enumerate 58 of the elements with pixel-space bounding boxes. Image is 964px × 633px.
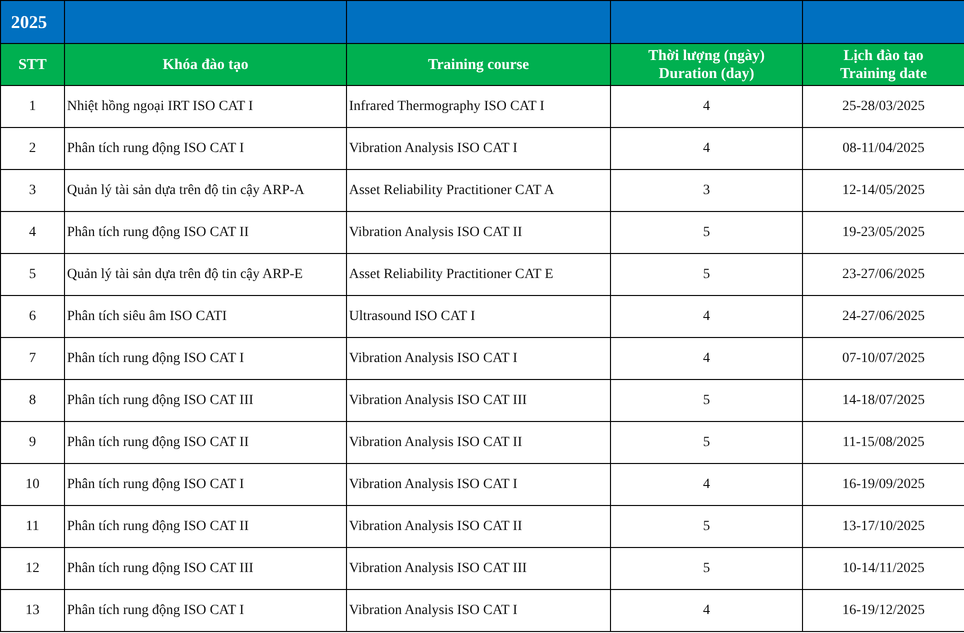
- table-cell: Phân tích rung động ISO CAT II: [64, 506, 346, 548]
- table-cell: Phân tích siêu âm ISO CATI: [64, 296, 346, 338]
- table-cell: 1: [0, 86, 64, 128]
- column-header: Thời lượng (ngày) Duration (day): [610, 44, 802, 86]
- table-cell: Phân tích rung động ISO CAT II: [64, 212, 346, 254]
- table-cell: Vibration Analysis ISO CAT II: [346, 506, 610, 548]
- table-cell: 4: [610, 86, 802, 128]
- column-header: Training course: [346, 44, 610, 86]
- table-cell: Vibration Analysis ISO CAT III: [346, 380, 610, 422]
- table-cell: 4: [610, 590, 802, 632]
- table-cell: Vibration Analysis ISO CAT II: [346, 422, 610, 464]
- table-cell: 4: [0, 212, 64, 254]
- table-cell: Vibration Analysis ISO CAT II: [346, 212, 610, 254]
- table-cell: Vibration Analysis ISO CAT I: [346, 590, 610, 632]
- year-title: 2025: [0, 0, 64, 44]
- table-cell: Infrared Thermography ISO CAT I: [346, 86, 610, 128]
- table-cell: Quản lý tài sản dựa trên độ tin cậy ARP-E: [64, 254, 346, 296]
- column-header: Khóa đào tạo: [64, 44, 346, 86]
- column-header: Lịch đào tạo Training date: [802, 44, 964, 86]
- table-cell: 13: [0, 590, 64, 632]
- table-cell: Nhiệt hồng ngoại IRT ISO CAT I: [64, 86, 346, 128]
- table-cell: 9: [0, 422, 64, 464]
- table-cell: 11: [0, 506, 64, 548]
- table-cell: 8: [0, 380, 64, 422]
- table-cell: Ultrasound ISO CAT I: [346, 296, 610, 338]
- table-cell: Quản lý tài sản dựa trên độ tin cậy ARP-A: [64, 170, 346, 212]
- table-cell: Phân tích rung động ISO CAT I: [64, 338, 346, 380]
- table-cell: 5: [610, 422, 802, 464]
- table-cell: Phân tích rung động ISO CAT I: [64, 128, 346, 170]
- table-cell: 4: [610, 464, 802, 506]
- column-header: STT: [0, 44, 64, 86]
- table-cell: 10: [0, 464, 64, 506]
- table-cell: Asset Reliability Practitioner CAT E: [346, 254, 610, 296]
- table-cell: Phân tích rung động ISO CAT I: [64, 590, 346, 632]
- table-cell: 4: [610, 338, 802, 380]
- table-cell: 12: [0, 548, 64, 590]
- table-cell: 5: [610, 254, 802, 296]
- table-cell: 3: [610, 170, 802, 212]
- table-cell: Vibration Analysis ISO CAT I: [346, 464, 610, 506]
- table-cell: 5: [610, 212, 802, 254]
- table-cell: Vibration Analysis ISO CAT I: [346, 338, 610, 380]
- table-cell: 4: [610, 128, 802, 170]
- table-cell: 5: [610, 380, 802, 422]
- table-cell: 5: [610, 506, 802, 548]
- table-cell: 3: [0, 170, 64, 212]
- table-cell: 6: [0, 296, 64, 338]
- table-cell: Phân tích rung động ISO CAT I: [64, 464, 346, 506]
- table-cell: 4: [610, 296, 802, 338]
- table-cell: Phân tích rung động ISO CAT II: [64, 422, 346, 464]
- table-cell: Vibration Analysis ISO CAT III: [346, 548, 610, 590]
- table-cell: Phân tích rung động ISO CAT III: [64, 548, 346, 590]
- table-cell: Phân tích rung động ISO CAT III: [64, 380, 346, 422]
- table-cell: 5: [610, 548, 802, 590]
- table-cell: 5: [0, 254, 64, 296]
- table-cell: Vibration Analysis ISO CAT I: [346, 128, 610, 170]
- table-cell: 2: [0, 128, 64, 170]
- table-cell: Asset Reliability Practitioner CAT A: [346, 170, 610, 212]
- table-cell: 7: [0, 338, 64, 380]
